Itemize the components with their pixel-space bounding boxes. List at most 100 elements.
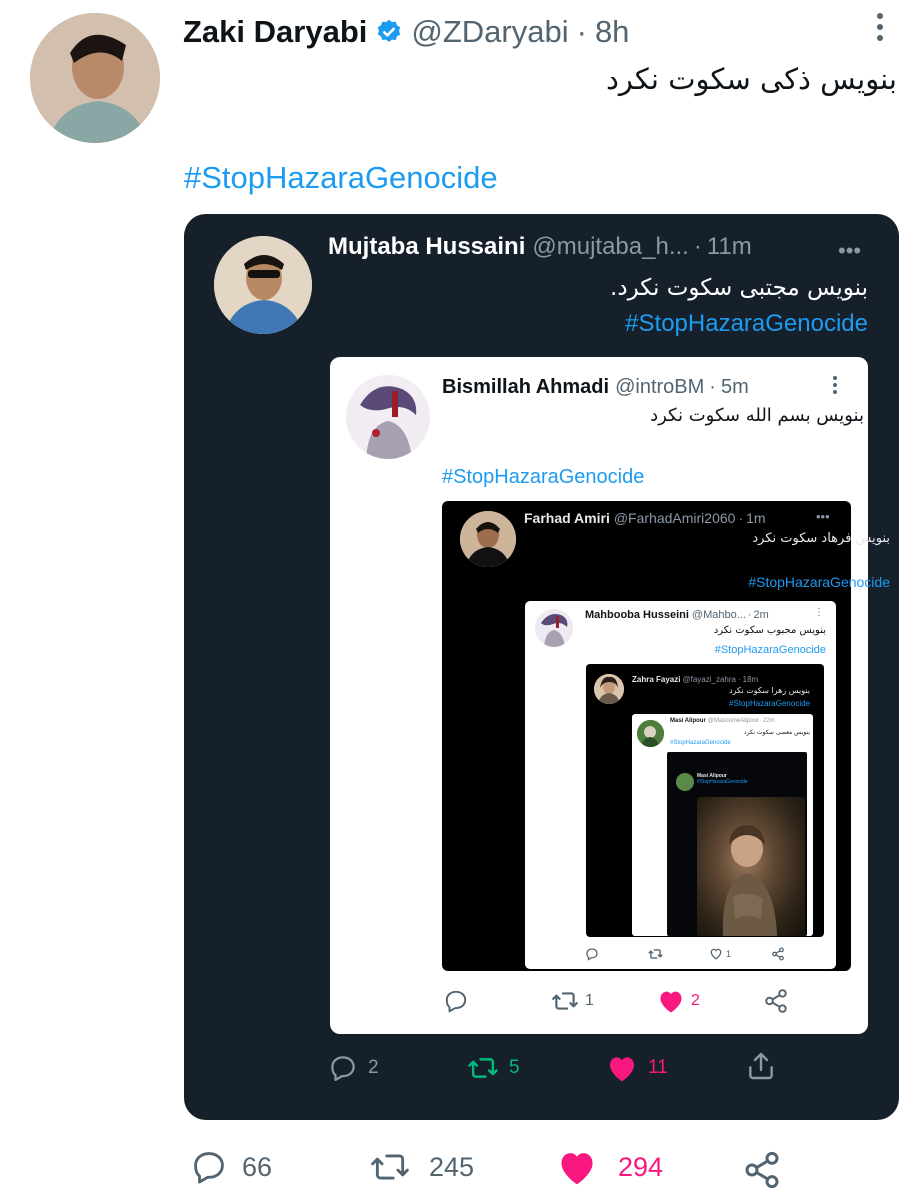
reply-icon[interactable] xyxy=(443,988,469,1014)
reply-icon xyxy=(190,1148,228,1186)
quoted-tweet-text: بنویس زهرا سکوت نکرد xyxy=(729,686,810,695)
retweet-count: 5 xyxy=(509,1057,520,1078)
quoted-author-name[interactable]: Bismillah Ahmadi xyxy=(442,376,609,399)
reply-count: 2 xyxy=(368,1057,379,1078)
retweet-icon xyxy=(467,1053,499,1083)
like-action[interactable]: 2 xyxy=(657,988,700,1014)
quoted-author-handle[interactable]: @Mahbo... xyxy=(692,609,746,621)
quoted-tweet-header: Masi Alipour #StopHazaraGenocide xyxy=(697,773,748,785)
separator-dot: · xyxy=(759,718,762,724)
quoted-tweet-header: Zahra Fayazi @fayazi_zahra · 18m xyxy=(632,675,758,684)
quoted-author-avatar[interactable] xyxy=(460,511,516,567)
more-options-icon[interactable]: ⋮ xyxy=(814,607,824,618)
quoted-tweet-time[interactable]: 5m xyxy=(721,376,749,399)
hashtag-link[interactable]: #StopHazaraGenocide xyxy=(748,574,890,590)
quoted-tweet-header: Masi Alipour @MasoomeAlipour · 22m xyxy=(670,718,775,724)
reply-action[interactable]: 66 xyxy=(190,1148,272,1186)
quoted-author-handle[interactable]: @introBM xyxy=(615,376,704,399)
quoted-tweet-time[interactable]: 2m xyxy=(754,609,769,621)
reply-icon xyxy=(328,1053,358,1083)
retweet-icon[interactable] xyxy=(648,947,663,961)
hashtag-link[interactable]: #StopHazaraGenocide xyxy=(184,160,498,196)
quoted-author-name[interactable]: Zahra Fayazi xyxy=(632,675,680,684)
like-count: 1 xyxy=(726,948,732,959)
separator-dot: · xyxy=(693,233,702,260)
retweet-count: 1 xyxy=(585,992,594,1009)
quoted-author-handle[interactable]: @FarhadAmiri2060 xyxy=(614,510,736,526)
quoted-author-handle[interactable]: @mujtaba_h... xyxy=(532,233,688,261)
share-icon[interactable] xyxy=(742,1150,782,1190)
like-count: 294 xyxy=(618,1151,664,1182)
hashtag-link[interactable]: #StopHazaraGenocide xyxy=(670,740,731,746)
quoted-tweet-time[interactable]: 1m xyxy=(746,510,765,526)
more-options-icon[interactable]: ••• xyxy=(816,509,830,524)
quoted-tweet-time[interactable]: 11m xyxy=(707,233,752,261)
quoted-author-avatar[interactable] xyxy=(214,236,312,334)
quoted-tweet-text: بنویس محبوب سکوت نکرد xyxy=(713,625,826,636)
retweet-action[interactable]: 1 xyxy=(551,988,594,1014)
quoted-author-avatar[interactable] xyxy=(346,375,430,459)
heart-outline-icon xyxy=(709,947,723,960)
like-count: 11 xyxy=(648,1057,668,1078)
author-name[interactable]: Zaki Daryabi xyxy=(183,14,367,50)
separator-dot: · xyxy=(747,609,752,621)
retweet-action[interactable]: 245 xyxy=(369,1148,474,1186)
separator-dot: · xyxy=(738,510,744,526)
quoted-author-name[interactable]: Mahbooba Husseini xyxy=(585,609,689,621)
quoted-tweet-time[interactable]: 22m xyxy=(763,718,775,724)
quoted-author-name[interactable]: Masi Alipour xyxy=(670,718,706,724)
reply-count: 66 xyxy=(242,1151,273,1182)
reply-icon[interactable] xyxy=(585,947,599,961)
author-avatar[interactable] xyxy=(30,13,160,143)
author-handle[interactable]: @ZDaryabi xyxy=(411,14,568,50)
child-photo[interactable] xyxy=(697,797,805,936)
more-options-icon[interactable] xyxy=(826,374,844,396)
quoted-author-avatar[interactable] xyxy=(637,720,664,747)
separator-dot: · xyxy=(576,14,587,49)
hashtag-link[interactable]: #StopHazaraGenocide xyxy=(625,310,868,338)
more-options-icon[interactable]: ••• xyxy=(838,238,861,264)
more-options-icon[interactable] xyxy=(866,10,894,44)
quoted-tweet-header: Bismillah Ahmadi @introBM · 5m xyxy=(442,376,749,399)
heart-icon xyxy=(606,1053,638,1083)
quoted-tweet-time[interactable]: 18m xyxy=(743,675,759,684)
tweet-time[interactable]: 8h xyxy=(595,14,629,50)
verified-badge-icon xyxy=(375,18,403,46)
quoted-tweet-header: Farhad Amiri @FarhadAmiri2060 · 1m xyxy=(524,510,766,526)
quoted-author-handle[interactable]: @fayazi_zahra xyxy=(682,675,735,684)
quoted-author-avatar[interactable] xyxy=(594,674,624,704)
hashtag-link[interactable]: #StopHazaraGenocide xyxy=(442,466,644,489)
tweet-header: Zaki Daryabi @ZDaryabi · 8h xyxy=(183,14,629,50)
quoted-tweet-text: بنویس بسم الله سکوت نکرد xyxy=(650,405,864,426)
hashtag-link[interactable]: #StopHazaraGenocide xyxy=(729,699,810,708)
quoted-author-name[interactable]: Farhad Amiri xyxy=(524,510,610,526)
separator-dot: · xyxy=(737,675,741,684)
quoted-tweet-header: Mahbooba Husseini @Mahbo... · 2m xyxy=(585,609,769,621)
like-action[interactable]: 294 xyxy=(556,1148,663,1186)
quoted-author-avatar[interactable] xyxy=(535,609,573,647)
retweet-icon xyxy=(369,1148,411,1186)
quoted-author-handle[interactable]: @MasoomeAlipour xyxy=(708,718,759,724)
retweet-action[interactable]: 5 xyxy=(467,1053,520,1083)
share-icon[interactable] xyxy=(763,988,789,1014)
like-action[interactable]: 1 xyxy=(709,947,731,960)
reply-action[interactable]: 2 xyxy=(328,1053,379,1083)
quoted-tweet-header: Mujtaba Hussaini @mujtaba_h... · 11m xyxy=(328,233,752,261)
quoted-author-name[interactable]: Mujtaba Hussaini xyxy=(328,233,525,261)
hashtag-link[interactable]: #StopHazaraGenocide xyxy=(697,779,748,785)
tweet-text: بنویس ذکی سکوت نکرد xyxy=(606,62,897,96)
quoted-tweet-text: بنویس معصی سکوت نکرد xyxy=(744,729,810,736)
retweet-icon xyxy=(551,988,579,1014)
quoted-author-avatar[interactable] xyxy=(676,773,694,791)
retweet-count: 245 xyxy=(429,1151,475,1182)
hashtag-link[interactable]: #StopHazaraGenocide xyxy=(715,644,826,656)
heart-icon xyxy=(657,988,685,1014)
share-icon[interactable] xyxy=(745,1050,777,1082)
quoted-tweet-text: بنویس مجتبی سکوت نکرد. xyxy=(610,275,868,301)
like-action[interactable]: 11 xyxy=(606,1053,668,1083)
quoted-tweet-text: بنویس فرهاد سکوت نکرد xyxy=(752,531,890,546)
separator-dot: · xyxy=(709,376,716,398)
share-icon[interactable] xyxy=(771,947,785,961)
like-count: 2 xyxy=(691,992,700,1009)
heart-icon xyxy=(556,1148,598,1186)
